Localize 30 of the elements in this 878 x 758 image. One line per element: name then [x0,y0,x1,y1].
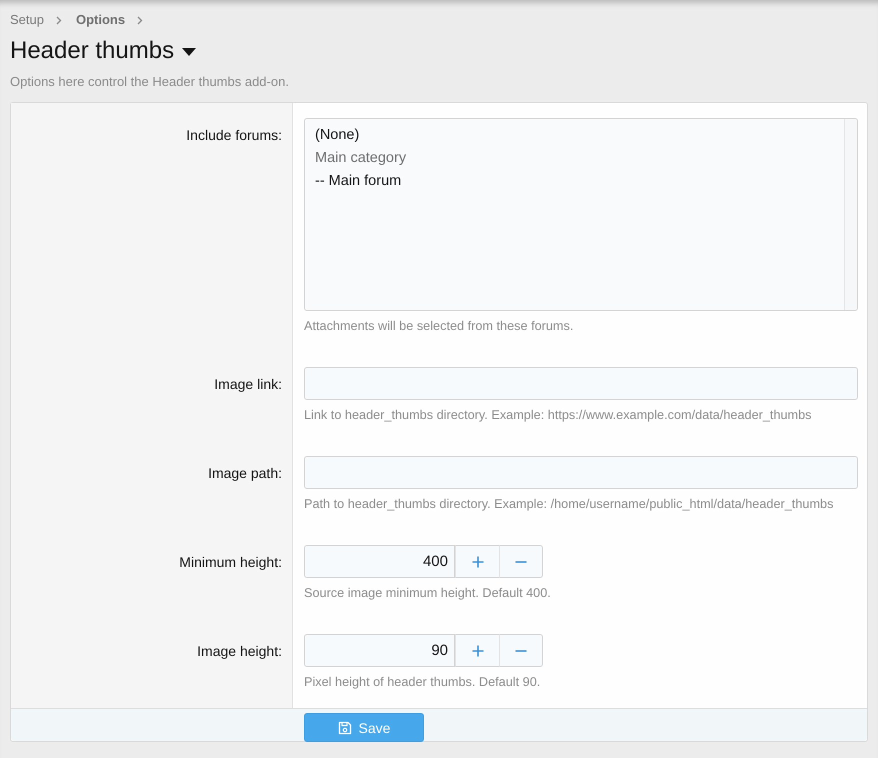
list-option[interactable]: (None) [305,124,844,147]
plus-icon [472,556,484,568]
decrement-button[interactable] [499,545,543,578]
list-option: Main category [305,147,844,170]
text-input[interactable] [304,456,858,489]
page-title: Header thumbs [10,36,174,66]
text-input[interactable] [304,367,858,400]
number-input[interactable]: 90 [304,634,455,667]
breadcrumb-link[interactable]: Setup [10,12,44,28]
page-description: Options here control the Header thumbs add-on. [10,74,290,90]
number-input[interactable]: 400 [304,545,455,578]
chevron-icon [56,16,62,24]
field-hint: Pixel height of header thumbs. Default 90. [304,674,542,691]
breadcrumb-link[interactable]: Options [76,12,126,28]
list-option[interactable]: -- Main forum [305,170,844,193]
increment-button[interactable] [455,545,499,578]
caret-icon[interactable] [182,48,196,56]
field-label: Image link: [214,376,282,392]
field-hint: Link to header_thumbs directory. Example: https://www.example.com/data/header_thumbs [304,407,813,424]
plus-icon [472,644,484,656]
field-label: Image height: [197,643,282,659]
decrement-button[interactable] [499,634,543,667]
chevron-icon [137,16,144,24]
field-label: Image path: [208,465,282,481]
field-hint: Attachments will be selected from these forums. [304,318,574,335]
field-hint: Source image minimum height. Default 400. [304,585,552,602]
field-label: Include forums: [186,127,282,143]
increment-button[interactable] [455,634,499,667]
field-label: Minimum height: [179,554,282,570]
field-hint: Path to header_thumbs directory. Example: /home/username/public_html/data/header_thumbs [304,496,834,513]
